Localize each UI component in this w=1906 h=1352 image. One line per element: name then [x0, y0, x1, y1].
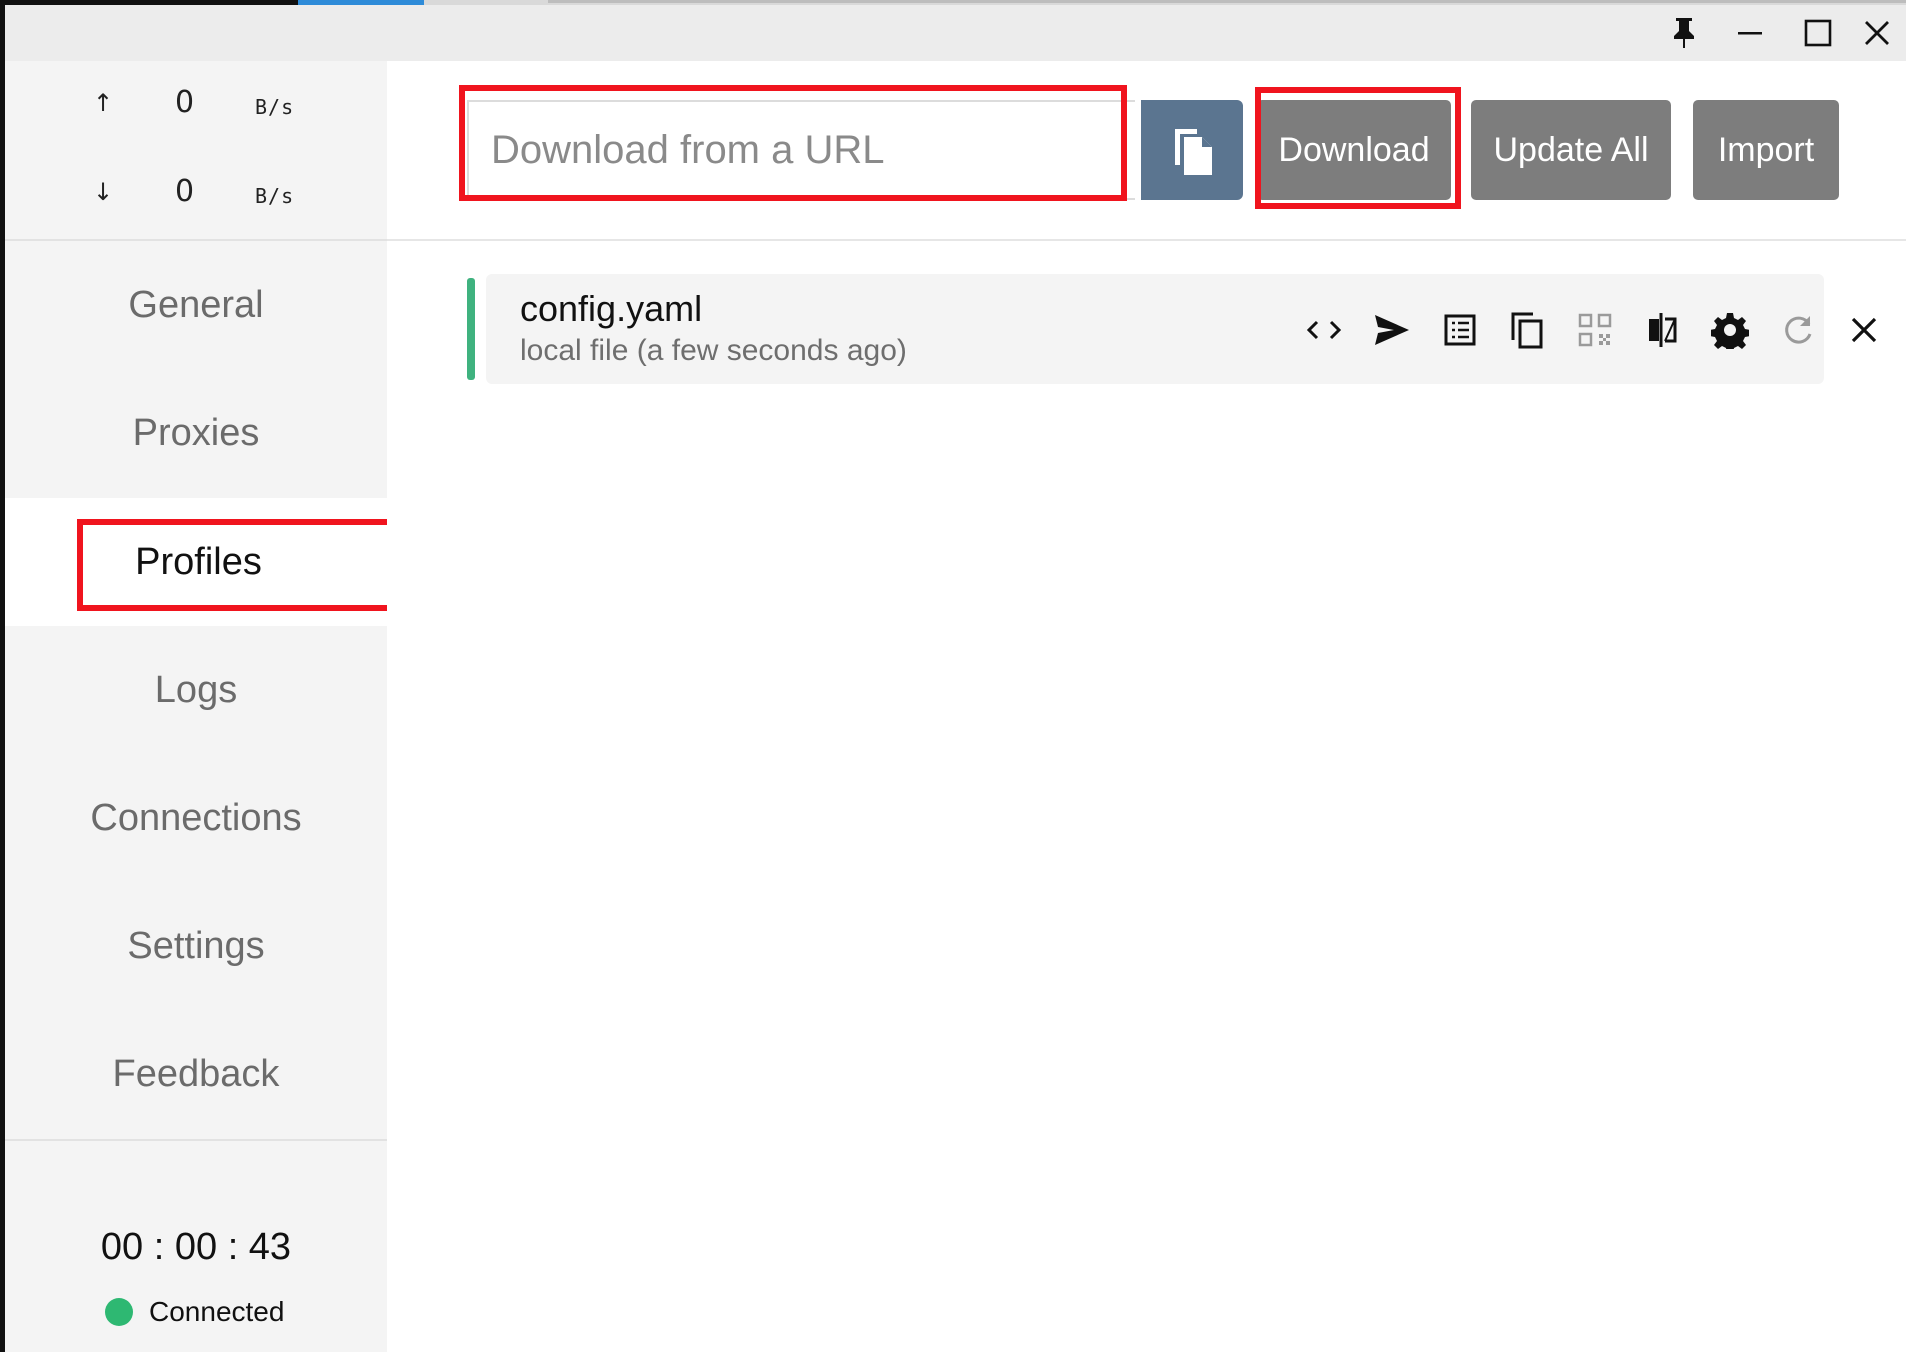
divider	[387, 239, 1906, 241]
sidebar-item-profiles[interactable]: Profiles	[5, 498, 392, 626]
sidebar-item-general[interactable]: General	[5, 241, 387, 369]
sidebar-item-feedback[interactable]: Feedback	[5, 1010, 387, 1138]
compare-icon[interactable]	[1635, 302, 1691, 358]
sidebar-notch	[5, 478, 387, 498]
delete-icon[interactable]	[1836, 302, 1892, 358]
profile-name: config.yaml	[520, 288, 703, 329]
title-bar	[5, 5, 1906, 61]
import-button[interactable]: Import	[1693, 100, 1839, 200]
maximize-icon[interactable]	[1790, 5, 1846, 61]
download-rate: ↓ 0 B/s	[5, 174, 387, 218]
profile-item[interactable]: config.yaml local file (a few seconds ag…	[486, 274, 1877, 384]
sidebar-item-settings[interactable]: Settings	[5, 882, 387, 1010]
download-button[interactable]: Download	[1257, 100, 1451, 200]
refresh-icon[interactable]	[1770, 302, 1826, 358]
update-all-button[interactable]: Update All	[1471, 100, 1671, 200]
url-input[interactable]	[467, 100, 1135, 200]
code-icon[interactable]	[1296, 302, 1352, 358]
minimize-icon[interactable]	[1722, 5, 1778, 61]
copy-icon[interactable]	[1499, 302, 1555, 358]
download-arrow-icon: ↓	[93, 178, 114, 206]
upload-arrow-icon: ↑	[93, 89, 114, 117]
connection-status: Connected	[105, 1296, 284, 1328]
uptime-clock: 00 : 00 : 43	[100, 1226, 292, 1268]
list-icon[interactable]	[1432, 302, 1488, 358]
qrcode-icon[interactable]	[1567, 302, 1623, 358]
tab-segment	[548, 0, 1906, 3]
settings-icon[interactable]	[1702, 302, 1758, 358]
profile-meta: local file (a few seconds ago)	[520, 334, 907, 367]
upload-value: 0	[175, 85, 195, 120]
main-content: Download Update All Import config.yaml l…	[387, 61, 1906, 1352]
status-dot-icon	[105, 1298, 133, 1326]
sidebar-item-connections[interactable]: Connections	[5, 754, 387, 882]
traffic-panel: ↑ 0 B/s ↓ 0 B/s	[5, 61, 387, 241]
sidebar-item-logs[interactable]: Logs	[5, 626, 387, 754]
pin-icon[interactable]	[1656, 5, 1712, 61]
download-unit: B/s	[255, 184, 295, 208]
paste-icon	[1175, 129, 1212, 175]
paste-button[interactable]	[1141, 100, 1243, 200]
send-icon[interactable]	[1364, 302, 1420, 358]
profile-selected-indicator	[467, 278, 475, 380]
close-icon[interactable]	[1849, 5, 1905, 61]
status-text: Connected	[149, 1296, 285, 1327]
sidebar: ↑ 0 B/s ↓ 0 B/s General Proxies Profiles…	[5, 61, 392, 1352]
download-value: 0	[175, 174, 195, 209]
upload-unit: B/s	[255, 95, 295, 119]
upload-rate: ↑ 0 B/s	[5, 85, 387, 129]
divider	[5, 1139, 387, 1141]
